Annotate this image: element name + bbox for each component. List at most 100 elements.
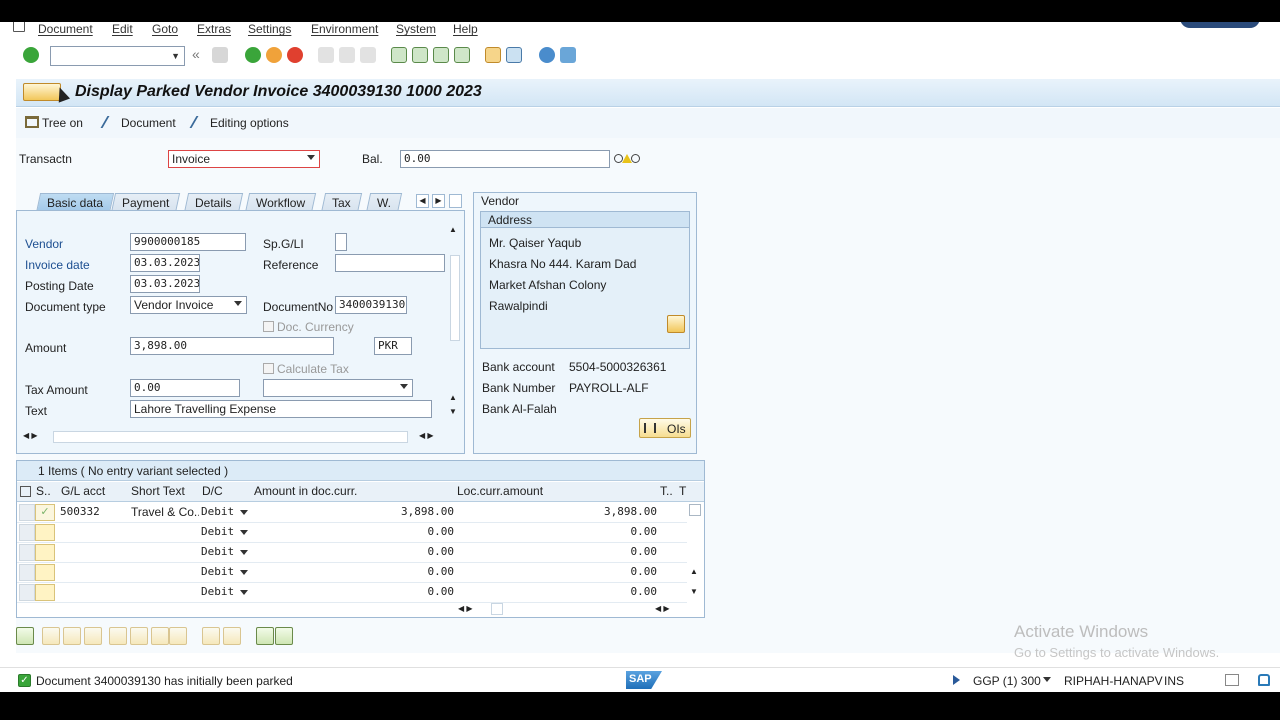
column-header[interactable]: Loc.curr.amount [457,484,543,498]
doc-currency-checkbox[interactable] [263,321,274,332]
sort-icon[interactable] [256,627,274,645]
status-cell[interactable] [35,544,55,561]
scroll-right-icon[interactable]: ◀ ▶ [419,431,434,440]
deselect-all-icon[interactable] [63,627,81,645]
editing-options-button[interactable]: Editing options [189,116,289,130]
details-icon[interactable] [16,627,34,645]
chevron-down-icon[interactable] [400,384,408,389]
column-header[interactable]: S.. [36,484,51,498]
loc-amount-cell[interactable]: 0.00 [457,565,658,578]
menu-settings[interactable]: Settings [248,22,291,36]
row-selector[interactable] [19,544,35,561]
currency-field[interactable]: PKR [374,337,412,355]
dc-cell[interactable]: Debit [201,525,234,538]
cancel-icon[interactable] [287,47,303,63]
chevron-down-icon[interactable] [240,590,248,595]
scroll-down-icon[interactable]: ▼ [449,407,457,416]
doc-type-select[interactable]: Vendor Invoice [130,296,247,314]
previous-page-icon[interactable] [412,47,428,63]
amount-cell[interactable]: 0.00 [254,585,455,598]
find-icon[interactable] [339,47,355,63]
menu-extras[interactable]: Extras [197,22,231,36]
scroll-up-icon[interactable]: ▲ [690,567,698,576]
menu-system[interactable]: System [396,22,436,36]
tab-list-icon[interactable] [449,194,462,208]
select-all-icon[interactable] [42,627,60,645]
menu-help[interactable]: Help [453,22,478,36]
loc-amount-cell[interactable]: 3,898.00 [457,505,657,518]
spgl-field[interactable] [335,233,347,251]
column-header[interactable]: T [679,484,686,498]
table-row[interactable]: Debit 0.00 0.00 ▼ [17,583,698,603]
tax-code-select[interactable] [263,379,413,397]
table-row[interactable]: ✓ 500332 Travel & Co... Debit 3,898.00 3… [17,503,701,523]
reference-field[interactable] [335,254,445,272]
dc-cell[interactable]: Debit [201,585,234,598]
amount-cell[interactable]: 3,898.00 [254,505,454,518]
row-selector[interactable] [19,504,35,521]
table-row[interactable]: Debit 0.00 0.00 [17,523,687,543]
last-page-icon[interactable] [454,47,470,63]
row-selector[interactable] [19,584,35,601]
row-checkbox[interactable] [689,504,701,516]
status-expand-icon[interactable] [953,675,960,685]
menu-icon[interactable] [13,22,25,32]
transactn-select[interactable]: Invoice [168,150,320,168]
amount-cell[interactable]: 0.00 [254,545,455,558]
menu-document[interactable]: Document [38,22,93,36]
new-session-icon[interactable] [485,47,501,63]
row-selector[interactable] [19,564,35,581]
column-header[interactable]: G/L acct [61,484,105,498]
chevron-down-icon[interactable]: ▼ [171,51,180,61]
paste-icon[interactable] [223,627,241,645]
table-settings-icon[interactable] [20,486,31,497]
status-cell[interactable] [35,524,55,541]
gl-account-cell[interactable]: 500332 [60,505,100,518]
customize-layout-icon[interactable] [560,47,576,63]
print-icon[interactable] [318,47,334,63]
column-header[interactable]: Amount in doc.curr. [254,484,357,498]
duplicate-row-icon[interactable] [130,627,148,645]
scroll-up-icon[interactable]: ▲ [449,225,457,234]
filter-icon[interactable] [275,627,293,645]
system-info[interactable]: GGP (1) 300 [973,674,1041,688]
loc-amount-cell[interactable]: 0.00 [457,525,658,538]
posting-date-field[interactable]: 03.03.2023 [130,275,200,293]
find-next-icon[interactable] [360,47,376,63]
menu-edit[interactable]: Edit [112,22,133,36]
chevron-down-icon[interactable] [234,301,242,306]
chevron-down-icon[interactable] [1043,677,1051,682]
exit-icon[interactable] [266,47,282,63]
help-icon[interactable] [539,47,555,63]
chevron-down-icon[interactable] [240,570,248,575]
address-edit-icon[interactable] [667,315,685,333]
command-field[interactable]: ▼ [50,46,185,66]
chevron-down-icon[interactable] [307,155,315,160]
loc-amount-cell[interactable]: 0.00 [457,545,658,558]
scroll-down-icon[interactable]: ▼ [690,587,698,596]
chevron-down-icon[interactable] [240,550,248,555]
lock-icon[interactable] [1258,674,1270,686]
vendor-field[interactable]: 9900000185 [130,233,246,251]
status-message[interactable]: Document 3400039130 has initially been p… [36,674,293,688]
row-selector[interactable] [19,524,35,541]
horizontal-scrollbar[interactable] [53,431,408,443]
amount-field[interactable]: 3,898.00 [130,337,334,355]
loc-amount-cell[interactable]: 0.00 [457,585,658,598]
dc-cell[interactable]: Debit [201,545,234,558]
shortcut-icon[interactable] [506,47,522,63]
calc-tax-checkbox[interactable] [263,363,274,374]
scroll-left-icon[interactable]: ◀ ▶ [23,431,38,440]
scroll-up-icon[interactable]: ▲ [449,393,457,402]
status-cell[interactable] [35,584,55,601]
enter-check-icon[interactable] [23,47,39,63]
horizontal-scrollbar[interactable] [491,603,503,615]
dc-cell[interactable]: Debit [201,565,234,578]
tab-scroll-left-icon[interactable]: ◀ [416,194,429,208]
chevron-down-icon[interactable] [240,530,248,535]
tree-on-button[interactable]: Tree on [25,116,83,130]
screen-icon[interactable] [1225,674,1239,686]
collapse-icon[interactable]: « [192,47,208,63]
invoice-date-field[interactable]: 03.03.2023 [130,254,200,272]
text-field[interactable]: Lahore Travelling Expense [130,400,432,418]
